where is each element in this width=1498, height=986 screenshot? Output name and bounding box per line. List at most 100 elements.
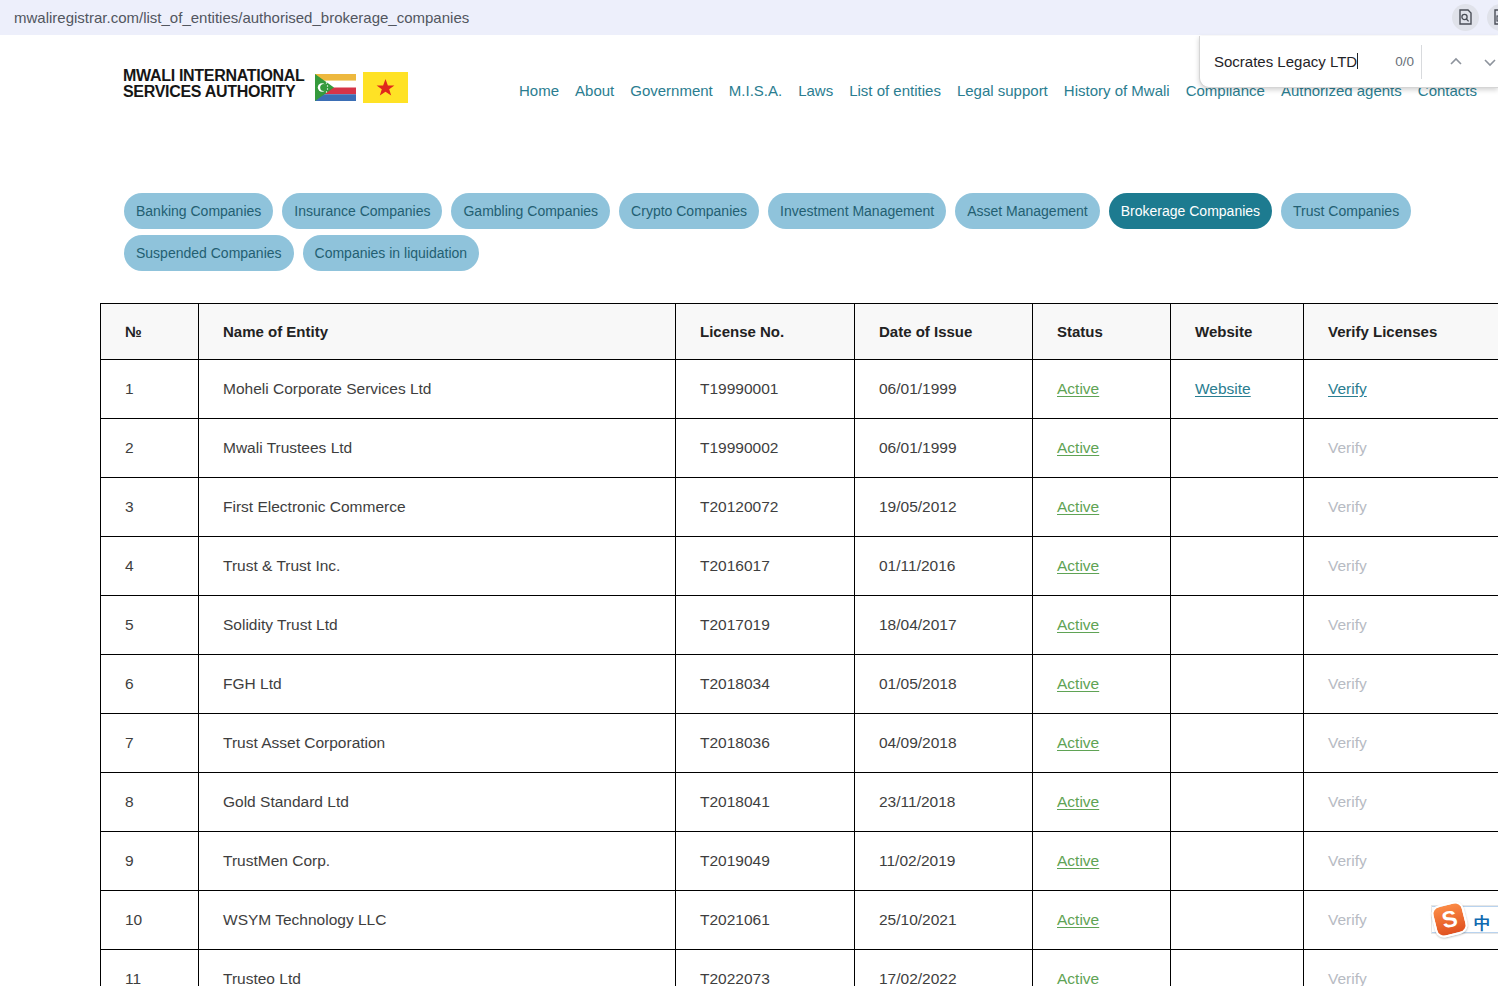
cell-entity-name: WSYM Technology LLC [199, 891, 676, 950]
cell-number: 8 [101, 773, 199, 832]
column-header-license-no: License No. [676, 304, 855, 360]
cell-number: 4 [101, 537, 199, 596]
cell-entity-name: Trust Asset Corporation [199, 714, 676, 773]
cell-entity-name: Mwali Trustees Ltd [199, 419, 676, 478]
url-text[interactable]: mwaliregistrar.com/list_of_entities/auth… [14, 0, 469, 35]
status-active-link[interactable]: Active [1057, 675, 1099, 692]
filter-suspended-companies[interactable]: Suspended Companies [124, 235, 294, 271]
nav-item-home[interactable]: Home [519, 82, 559, 99]
cell-date-of-issue: 06/01/1999 [855, 360, 1033, 419]
find-input[interactable]: Socrates Legacy LTD [1214, 36, 1358, 88]
verify-link-disabled: Verify [1328, 557, 1367, 574]
entities-table: №Name of EntityLicense No.Date of IssueS… [100, 303, 1498, 986]
filter-crypto-companies[interactable]: Crypto Companies [619, 193, 759, 229]
status-active-link[interactable]: Active [1057, 852, 1099, 869]
cell-date-of-issue: 17/02/2022 [855, 950, 1033, 986]
cell-status: Active [1033, 537, 1171, 596]
verify-link-disabled: Verify [1328, 970, 1367, 986]
cell-status: Active [1033, 419, 1171, 478]
cell-date-of-issue: 18/04/2017 [855, 596, 1033, 655]
find-in-page-icon[interactable] [1452, 4, 1479, 31]
cell-license-no: T2016017 [676, 537, 855, 596]
status-active-link[interactable]: Active [1057, 380, 1099, 397]
column-header-no: № [101, 304, 199, 360]
filter-insurance-companies[interactable]: Insurance Companies [282, 193, 442, 229]
cell-status: Active [1033, 478, 1171, 537]
cell-license-no: T19990002 [676, 419, 855, 478]
nav-item-legal-support[interactable]: Legal support [957, 82, 1048, 99]
nav-item-history-of-mwali[interactable]: History of Mwali [1064, 82, 1170, 99]
cell-website [1171, 773, 1304, 832]
cell-entity-name: FGH Ltd [199, 655, 676, 714]
cell-verify: Verify [1304, 714, 1498, 773]
cell-verify: Verify [1304, 773, 1498, 832]
cell-date-of-issue: 06/01/1999 [855, 419, 1033, 478]
cell-number: 1 [101, 360, 199, 419]
cell-license-no: T2017019 [676, 596, 855, 655]
cell-status: Active [1033, 950, 1171, 986]
nav-item-m-i-s-a[interactable]: M.I.S.A. [729, 82, 782, 99]
verify-link-disabled: Verify [1328, 911, 1367, 928]
cell-number: 2 [101, 419, 199, 478]
verify-link[interactable]: Verify [1328, 380, 1367, 397]
status-active-link[interactable]: Active [1057, 793, 1099, 810]
column-header-status: Status [1033, 304, 1171, 360]
cell-status: Active [1033, 360, 1171, 419]
cell-date-of-issue: 04/09/2018 [855, 714, 1033, 773]
table-row: 6FGH LtdT201803401/05/2018ActiveVerify [101, 655, 1498, 714]
cell-date-of-issue: 23/11/2018 [855, 773, 1033, 832]
find-next-icon[interactable] [1483, 55, 1497, 69]
filter-brokerage-companies[interactable]: Brokerage Companies [1109, 193, 1272, 229]
status-active-link[interactable]: Active [1057, 439, 1099, 456]
cell-license-no: T2019049 [676, 832, 855, 891]
nav-item-laws[interactable]: Laws [798, 82, 833, 99]
status-active-link[interactable]: Active [1057, 498, 1099, 515]
nav-item-government[interactable]: Government [630, 82, 713, 99]
cell-entity-name: Solidity Trust Ltd [199, 596, 676, 655]
table-row: 9TrustMen Corp.T201904911/02/2019ActiveV… [101, 832, 1498, 891]
cell-website [1171, 537, 1304, 596]
cell-status: Active [1033, 655, 1171, 714]
filter-banking-companies[interactable]: Banking Companies [124, 193, 273, 229]
cell-verify: Verify [1304, 537, 1498, 596]
page-tool-icon[interactable] [1487, 4, 1498, 31]
comoros-flag-icon [315, 74, 356, 101]
filter-gambling-companies[interactable]: Gambling Companies [451, 193, 610, 229]
verify-link-disabled: Verify [1328, 734, 1367, 751]
table-row: 2Mwali Trustees LtdT1999000206/01/1999 Ac… [101, 419, 1498, 478]
verify-link-disabled: Verify [1328, 616, 1367, 633]
cell-website [1171, 714, 1304, 773]
verify-link-disabled: Verify [1328, 675, 1367, 692]
cell-status: Active [1033, 891, 1171, 950]
nav-item-about[interactable]: About [575, 82, 614, 99]
filter-asset-management[interactable]: Asset Management [955, 193, 1100, 229]
cell-date-of-issue: 11/02/2019 [855, 832, 1033, 891]
find-previous-icon[interactable] [1449, 55, 1463, 69]
status-active-link[interactable]: Active [1057, 970, 1099, 986]
cell-license-no: T2018034 [676, 655, 855, 714]
find-bar: Socrates Legacy LTD 0/0 [1199, 36, 1498, 88]
cell-website [1171, 655, 1304, 714]
cell-license-no: T19990001 [676, 360, 855, 419]
filter-investment-management[interactable]: Investment Management [768, 193, 946, 229]
cell-status: Active [1033, 596, 1171, 655]
ime-lang-indicator[interactable]: 中 [1474, 912, 1491, 935]
status-active-link[interactable]: Active [1057, 911, 1099, 928]
nav-item-list-of-entities[interactable]: List of entities [849, 82, 941, 99]
url-bar: mwaliregistrar.com/list_of_entities/auth… [0, 0, 1498, 35]
cell-website: Website [1171, 360, 1304, 419]
site-logo-text[interactable]: MWALI INTERNATIONAL SERVICES AUTHORITY [123, 68, 305, 99]
filter-companies-in-liquidation[interactable]: Companies in liquidation [303, 235, 480, 271]
cell-website [1171, 596, 1304, 655]
cell-number: 3 [101, 478, 199, 537]
status-active-link[interactable]: Active [1057, 557, 1099, 574]
cell-website [1171, 832, 1304, 891]
status-active-link[interactable]: Active [1057, 616, 1099, 633]
website-link[interactable]: Website [1195, 380, 1251, 397]
cell-verify: Verify [1304, 950, 1498, 986]
cell-verify: Verify [1304, 596, 1498, 655]
status-active-link[interactable]: Active [1057, 734, 1099, 751]
cell-status: Active [1033, 714, 1171, 773]
table-row: 11Trusteo LtdT202207317/02/2022ActiveVer… [101, 950, 1498, 986]
filter-trust-companies[interactable]: Trust Companies [1281, 193, 1411, 229]
